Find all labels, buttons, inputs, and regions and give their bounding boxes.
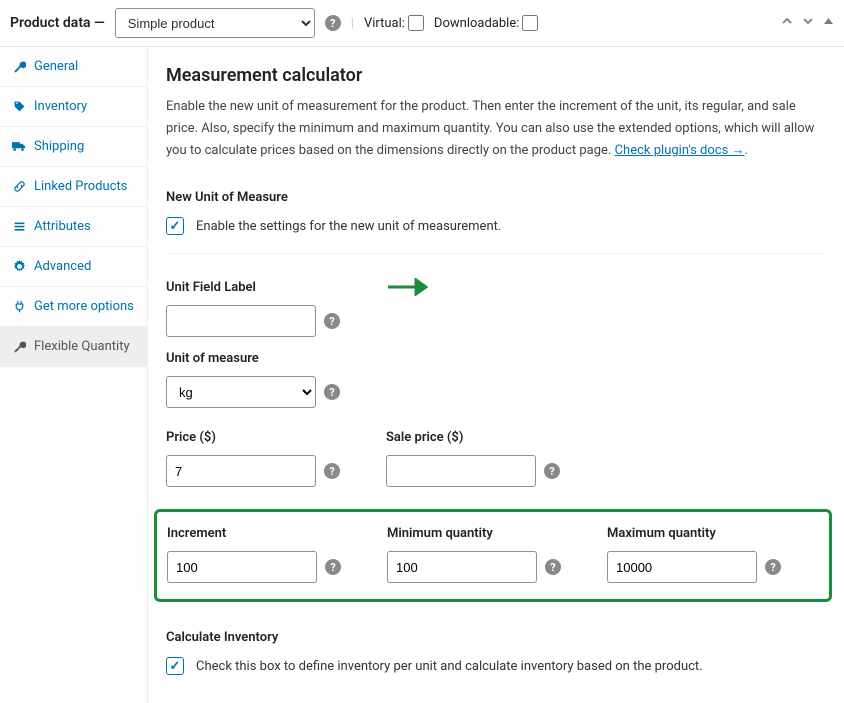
downloadable-label: Downloadable: — [434, 16, 519, 31]
panel-header: Product data — Simple product ? | Virtua… — [0, 0, 844, 47]
sidebar-item-linked-products[interactable]: Linked Products — [0, 167, 147, 207]
list-icon — [12, 220, 26, 233]
sidebar-item-label: Linked Products — [34, 179, 127, 194]
help-icon[interactable]: ? — [325, 15, 341, 31]
new-unit-heading: New Unit of Measure — [166, 190, 826, 205]
sidebar-item-get-more-options[interactable]: Get more options — [0, 287, 147, 327]
collapse-triangle-icon[interactable] — [823, 15, 834, 31]
product-type-select[interactable]: Simple product — [115, 8, 315, 38]
help-icon[interactable]: ? — [765, 559, 781, 575]
increment-label: Increment — [167, 526, 387, 541]
enable-unit-label: Enable the settings for the new unit of … — [196, 219, 501, 234]
calc-inventory-checkbox[interactable]: ✓ — [166, 657, 184, 675]
gear-icon — [12, 260, 26, 273]
fields-row-1: Unit Field Label ? Unit of measure kg — [166, 280, 826, 408]
sale-price-input[interactable] — [386, 455, 536, 487]
sidebar: General Inventory Shipping Linked Produc… — [0, 47, 148, 703]
sidebar-item-shipping[interactable]: Shipping — [0, 127, 147, 167]
enable-unit-row: ✓ Enable the settings for the new unit o… — [166, 217, 826, 235]
help-icon[interactable]: ? — [544, 463, 560, 479]
unit-field-label-input[interactable] — [166, 305, 316, 337]
sidebar-item-inventory[interactable]: Inventory — [0, 87, 147, 127]
min-qty-label: Minimum quantity — [387, 526, 607, 541]
unit-of-measure-label: Unit of measure — [166, 351, 606, 366]
divider — [166, 253, 826, 254]
sidebar-item-label: Advanced — [34, 259, 91, 274]
help-icon[interactable]: ? — [324, 384, 340, 400]
enable-unit-checkbox[interactable]: ✓ — [166, 217, 184, 235]
sidebar-item-label: General — [34, 59, 78, 74]
arrow-right-icon — [386, 278, 428, 296]
virtual-label: Virtual: — [364, 16, 405, 31]
max-qty-label: Maximum quantity — [607, 526, 807, 541]
panel-title: Product data — — [10, 15, 105, 31]
help-icon[interactable]: ? — [324, 463, 340, 479]
highlighted-quantity-box: Increment ? Minimum quantity ? Maximum q… — [154, 509, 832, 602]
downloadable-checkbox[interactable] — [522, 15, 538, 31]
increment-input[interactable] — [167, 551, 317, 583]
sidebar-item-label: Flexible Quantity — [34, 339, 130, 354]
price-input[interactable] — [166, 455, 316, 487]
docs-link[interactable]: Check plugin's docs → — [615, 143, 745, 158]
sidebar-item-label: Shipping — [34, 139, 84, 154]
help-icon[interactable]: ? — [325, 559, 341, 575]
wrench-icon — [12, 340, 26, 353]
unit-field-label-label: Unit Field Label — [166, 280, 386, 295]
help-icon[interactable]: ? — [545, 559, 561, 575]
truck-icon — [12, 140, 26, 153]
sidebar-item-label: Get more options — [34, 299, 134, 314]
min-qty-input[interactable] — [387, 551, 537, 583]
chevron-down-icon[interactable] — [802, 15, 814, 31]
sidebar-item-label: Inventory — [34, 99, 87, 114]
chevron-up-icon[interactable] — [781, 15, 793, 31]
tag-icon — [12, 100, 26, 113]
price-label: Price ($) — [166, 430, 386, 445]
content-panel: Measurement calculator Enable the new un… — [148, 47, 844, 703]
calc-inventory-row: ✓ Check this box to define inventory per… — [166, 657, 826, 675]
section-description: Enable the new unit of measurement for t… — [166, 96, 826, 162]
sidebar-item-attributes[interactable]: Attributes — [0, 207, 147, 247]
sidebar-item-general[interactable]: General — [0, 47, 147, 87]
virtual-checkbox[interactable] — [408, 15, 424, 31]
downloadable-checkbox-wrapper[interactable]: Downloadable: — [434, 15, 538, 31]
sidebar-item-advanced[interactable]: Advanced — [0, 247, 147, 287]
help-icon[interactable]: ? — [324, 313, 340, 329]
section-title: Measurement calculator — [166, 65, 826, 86]
sidebar-item-flexible-quantity[interactable]: Flexible Quantity — [0, 327, 147, 367]
main-body: General Inventory Shipping Linked Produc… — [0, 47, 844, 703]
fields-row-2: Price ($) ? Sale price ($) ? — [166, 430, 826, 487]
sale-price-label: Sale price ($) — [386, 430, 606, 445]
wrench-icon — [12, 60, 26, 73]
max-qty-input[interactable] — [607, 551, 757, 583]
plug-icon — [12, 300, 26, 313]
calc-inventory-label: Check this box to define inventory per u… — [196, 659, 703, 674]
link-icon — [12, 180, 26, 193]
header-controls — [781, 15, 834, 31]
calc-inventory-heading: Calculate Inventory — [166, 630, 826, 645]
virtual-checkbox-wrapper[interactable]: Virtual: — [364, 15, 424, 31]
sidebar-item-label: Attributes — [34, 219, 91, 234]
unit-of-measure-select[interactable]: kg — [166, 376, 316, 408]
